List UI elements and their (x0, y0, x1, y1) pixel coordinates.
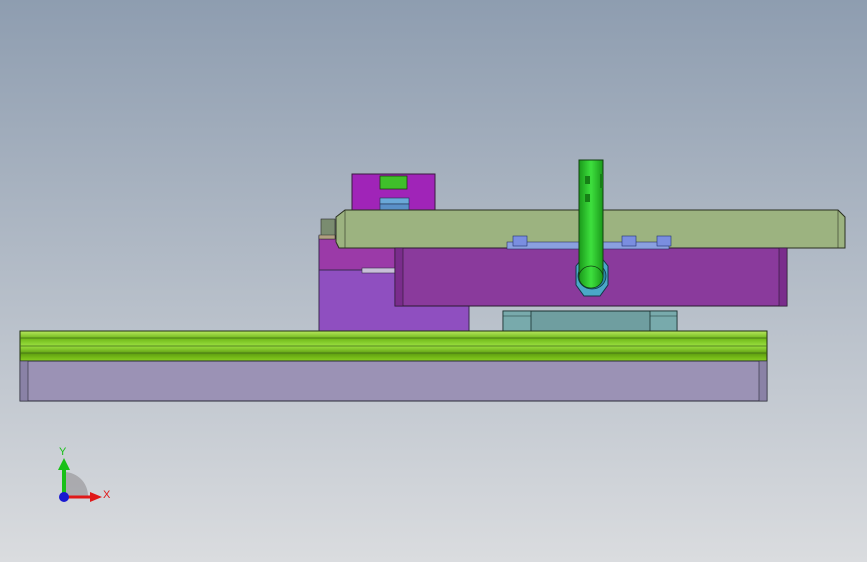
left-bolt-washer (318, 234, 336, 240)
upright-slot (361, 267, 397, 274)
pin-groove-3 (600, 174, 603, 188)
slide-body-right-face (778, 247, 788, 307)
base-left-face (19, 360, 29, 402)
lavender-base-plate[interactable] (19, 360, 768, 402)
model-canvas[interactable]: Y X (0, 0, 867, 562)
bolt-head-3[interactable] (656, 235, 672, 247)
cad-viewport[interactable]: Y X (0, 0, 867, 562)
vertical-green-pin[interactable] (578, 159, 604, 278)
y-axis-label: Y (59, 446, 67, 458)
pin-rounded-end (578, 265, 604, 289)
clamp-green-insert[interactable] (379, 175, 408, 190)
bolt-head-1[interactable] (512, 235, 528, 247)
pin-groove-1 (585, 176, 590, 184)
clamp-blue-washer-1 (379, 197, 410, 205)
z-axis-dot (59, 492, 69, 502)
slide-body-left-face (394, 247, 404, 307)
pin-groove-2 (585, 194, 590, 202)
x-axis-label: X (103, 489, 111, 501)
base-right-face (758, 360, 768, 402)
bolt-head-2[interactable] (621, 235, 637, 247)
clamp-blue-washer-2 (379, 203, 410, 211)
